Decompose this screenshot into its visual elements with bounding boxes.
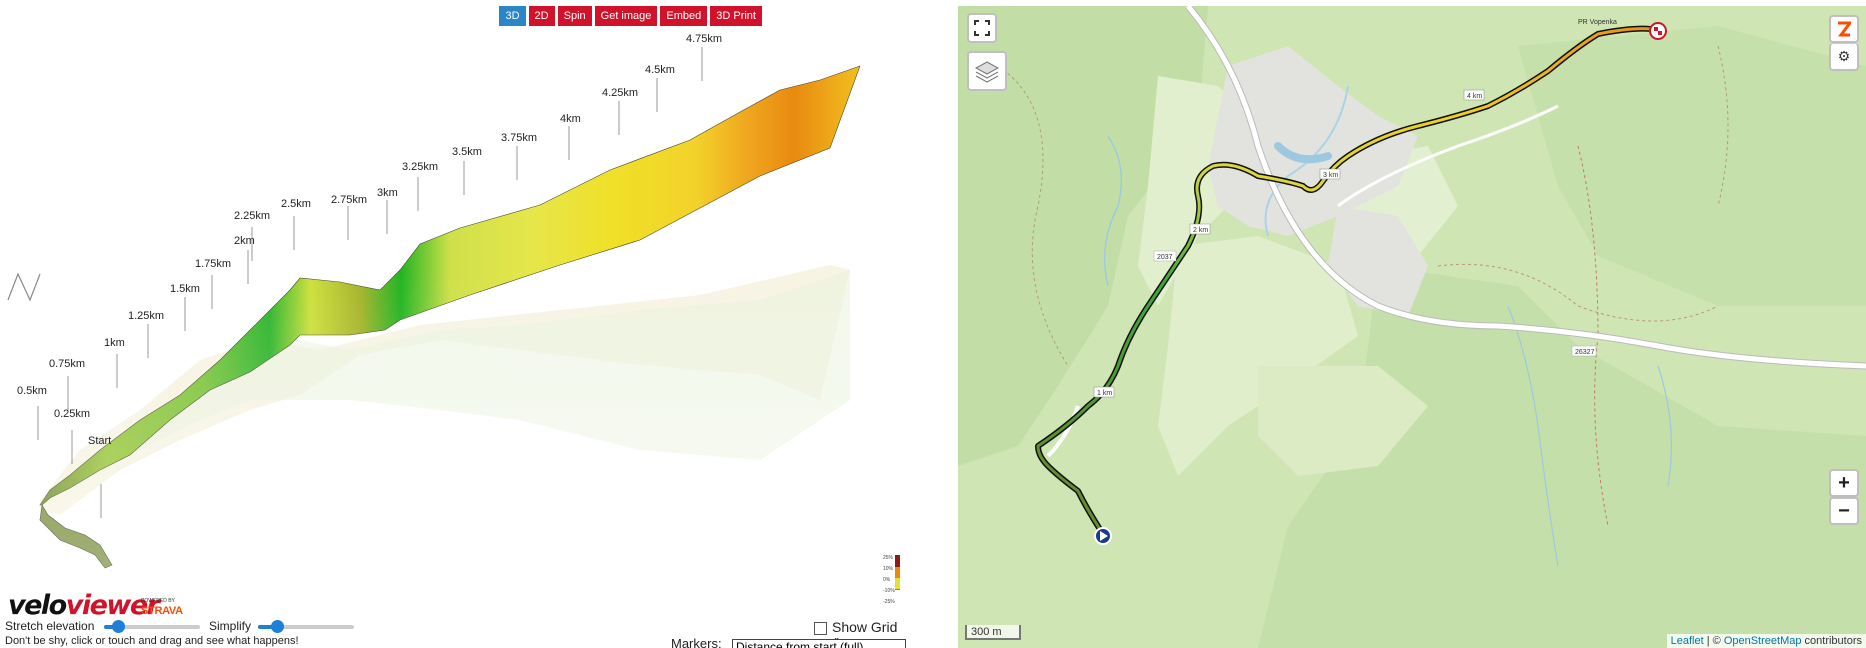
simplify-label: Simplify — [209, 619, 252, 633]
svg-text:3 km: 3 km — [1323, 172, 1338, 179]
simplify-knob[interactable] — [271, 620, 285, 633]
finish-marker-icon[interactable] — [1649, 22, 1667, 40]
hint-text: Don't be shy, click or touch and drag an… — [5, 635, 299, 647]
svg-text:2 km: 2 km — [1193, 227, 1208, 234]
map-tiles[interactable]: 1 km 2 km 3 km 4 km 26327 2037 PR Vopenk… — [958, 6, 1866, 648]
km-marker-label: 4.25km — [602, 87, 638, 99]
fullscreen-button[interactable] — [967, 13, 997, 43]
map-scale: 300 m — [965, 625, 1021, 640]
gradient-legend-label: 10% — [883, 566, 894, 572]
zoom-out-label: − — [1838, 499, 1850, 522]
svg-text:26327: 26327 — [1575, 349, 1595, 356]
svg-text:PR Vopenka: PR Vopenka — [1578, 19, 1617, 26]
km-marker-label: 0.25km — [54, 408, 90, 420]
gradient-legend-label: -25% — [883, 599, 895, 605]
km-marker-label: 1.75km — [195, 258, 231, 270]
zoom-in-button[interactable]: + — [1829, 469, 1859, 497]
km-marker-label: 2km — [234, 235, 255, 247]
km-marker-label: 3.25km — [402, 161, 438, 173]
settings-button[interactable]: ⚙ — [1829, 43, 1859, 71]
km-marker-label: 2.75km — [331, 194, 367, 206]
leaflet-link[interactable]: Leaflet — [1671, 635, 1704, 647]
map-panel[interactable]: 1 km 2 km 3 km 4 km 26327 2037 PR Vopenk… — [958, 6, 1866, 648]
gear-icon: ⚙ — [1837, 48, 1851, 64]
fullscreen-icon — [974, 20, 990, 36]
km-marker-label: 3.75km — [501, 132, 537, 144]
zoom-out-button[interactable]: − — [1829, 497, 1859, 525]
layers-icon — [974, 61, 1000, 83]
stretch-elevation-slider[interactable] — [104, 620, 200, 633]
km-marker-label: 4.75km — [686, 33, 722, 45]
km-marker-label: 0.5km — [17, 385, 47, 397]
profile-3d-render[interactable]: Start 0.25km 0.5km 0.75km 1km 1.25km 1.5km 1.75… — [0, 0, 910, 590]
powered-by-label: POWERED BY — [141, 598, 175, 604]
map-attribution: Leaflet | © OpenStreetMap contributors — [1666, 634, 1866, 648]
strava-route-button[interactable] — [1829, 15, 1859, 43]
attribution-separator: | © — [1703, 635, 1724, 647]
zwift-icon — [1838, 21, 1851, 37]
stretch-knob[interactable] — [112, 620, 126, 633]
km-marker-label: 2.25km — [234, 210, 270, 222]
strava-logo: STRAVA — [141, 605, 183, 617]
elevation-profile-panel[interactable]: 3D 2D Spin Get image Embed 3D Print Star… — [0, 0, 910, 648]
veloviewer-logo: veloviewer — [8, 590, 160, 621]
gradient-legend-label: 0% — [883, 577, 891, 583]
svg-text:1 km: 1 km — [1097, 390, 1112, 397]
gradient-legend-labels: 25% 10% 0% -10% -25% — [883, 555, 895, 610]
km-marker-label: 3km — [377, 187, 398, 199]
osm-link[interactable]: OpenStreetMap — [1724, 635, 1802, 647]
svg-text:4 km: 4 km — [1467, 93, 1482, 100]
show-grid-checkbox[interactable] — [814, 622, 827, 635]
compass-icon — [7, 272, 41, 302]
km-marker-label: 3.5km — [452, 146, 482, 158]
panel-gap — [910, 0, 958, 648]
stretch-elevation-label: Stretch elevation — [5, 619, 95, 633]
svg-text:2037: 2037 — [1157, 254, 1173, 261]
logo-velo: velo — [8, 590, 67, 621]
km-marker-label: 1km — [104, 337, 125, 349]
simplify-slider[interactable] — [258, 620, 354, 633]
km-marker-label: 4.5km — [645, 64, 675, 76]
markers-select[interactable]: Distance from start (full) — [732, 639, 906, 648]
layers-button[interactable] — [967, 51, 1007, 91]
markers-select-value: Distance from start (full) — [736, 640, 864, 648]
gradient-legend-label: -10% — [883, 588, 895, 594]
km-marker-label: 1.25km — [128, 310, 164, 322]
markers-label: Markers: — [671, 636, 722, 648]
attribution-tail: contributors — [1801, 635, 1862, 647]
km-marker-label: 0.75km — [49, 358, 85, 370]
km-marker-label: 4km — [560, 113, 581, 125]
km-marker-label: Start — [88, 435, 111, 447]
km-marker-label: 1.5km — [170, 283, 200, 295]
start-marker-icon[interactable] — [1094, 527, 1112, 545]
zoom-in-label: + — [1838, 471, 1850, 494]
gradient-legend-label: 25% — [883, 555, 894, 561]
gradient-legend — [895, 555, 900, 590]
km-marker-label: 2.5km — [281, 198, 311, 210]
